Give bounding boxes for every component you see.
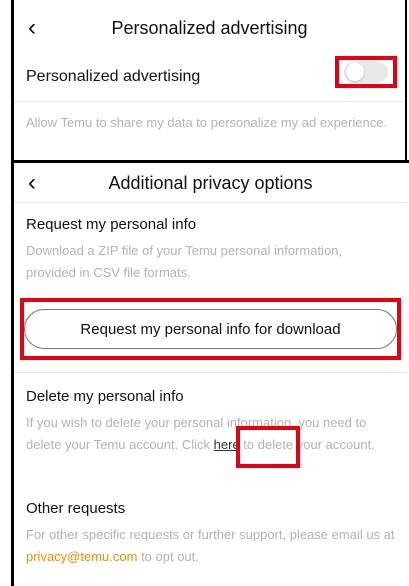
personalized-ads-label: Personalized advertising [26,68,201,85]
back-chevron-icon[interactable]: ‹ [28,171,36,195]
divider [14,202,407,203]
toggle-knob [346,63,364,81]
delete-info-description: If you wish to delete your personal info… [26,412,395,456]
request-info-description: Download a ZIP file of your Temu persona… [26,243,343,280]
bottom-screen: ‹ Additional privacy options Request my … [11,162,407,586]
personalized-ads-description: Allow Temu to share my data to personali… [26,115,388,130]
delete-info-title: Delete my personal info [26,388,184,405]
privacy-email-link[interactable]: privacy@temu.com [26,549,137,564]
other-requests-title: Other requests [26,500,126,517]
request-info-download-button[interactable]: Request my personal info for download [24,309,397,349]
request-button-highlight: Request my personal info for download [20,298,401,360]
here-link-highlight [236,426,300,468]
other-text-before: For other specific requests or further s… [26,527,395,542]
personalized-ads-toggle[interactable] [344,61,388,83]
other-text-after: to opt out. [137,549,199,564]
request-info-title: Request my personal info [26,216,197,233]
bottom-header: ‹ Additional privacy options [14,162,407,204]
divider [14,372,407,373]
back-chevron-icon[interactable]: ‹ [28,16,36,40]
page-title: Additional privacy options [108,172,313,193]
top-header: ‹ Personalized advertising [14,0,405,56]
page-title: Personalized advertising [111,17,308,38]
divider [14,101,405,102]
other-requests-description: For other specific requests or further s… [26,524,395,568]
toggle-highlight [335,56,397,88]
top-screen: ‹ Personalized advertising Personalized … [11,0,407,160]
